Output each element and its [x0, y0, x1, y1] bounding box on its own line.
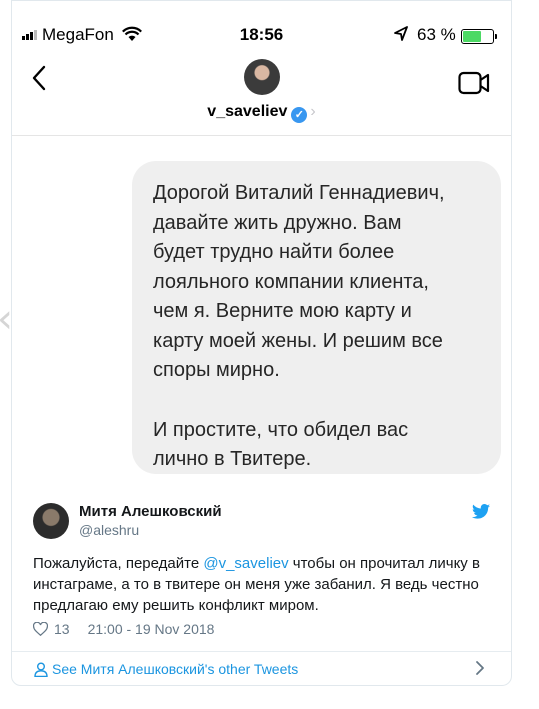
tweet-author-handle[interactable]: @aleshru: [79, 522, 139, 538]
message-line: лично в Твитере.: [153, 448, 312, 470]
tweet-timestamp[interactable]: 21:00 - 19 Nov 2018: [88, 621, 215, 637]
location-arrow-icon: [394, 26, 408, 41]
message-line: И простите, что обидел вас: [153, 418, 409, 441]
see-other-tweets-label: See Митя Алешковский's other Tweets: [52, 661, 299, 677]
twitter-bird-icon[interactable]: [472, 504, 490, 519]
chevron-right-icon[interactable]: [475, 660, 485, 676]
message-line: Дорогой Виталий Геннадиевич,: [153, 182, 445, 204]
username-label: v_saveliev: [207, 103, 288, 120]
instagram-screenshot: MegaFon 18:56 63 % v_saveliev ✓ › Дорого…: [12, 1, 511, 482]
tweet-mention-link[interactable]: @v_saveliev: [203, 555, 288, 572]
see-other-tweets-link[interactable]: See Митя Алешковский's other Tweets: [34, 661, 298, 677]
heart-icon[interactable]: [33, 622, 48, 636]
header-divider: [12, 135, 511, 136]
battery-fill: [463, 31, 481, 42]
message-line: будет трудно найти более: [153, 241, 395, 263]
message-line: лояльного компании клиента,: [153, 270, 429, 293]
like-count[interactable]: 13: [54, 621, 70, 637]
tweet-text: Пожалуйста, передайте @v_saveliev чтобы …: [33, 553, 503, 616]
message-line: чем я. Верните мою карту и: [153, 300, 412, 322]
message-line: давайте жить дружно. Вам: [153, 211, 402, 234]
person-icon: [34, 662, 48, 677]
tweet-meta: 13 21:00 - 19 Nov 2018: [33, 621, 214, 637]
message-bubble: Дорогой Виталий Геннадиевич, давайте жит…: [132, 161, 501, 474]
embedded-tweet-card: MegaFon 18:56 63 % v_saveliev ✓ › Дорого…: [11, 0, 512, 686]
tweet-divider: [12, 651, 511, 652]
tweet-text-part: Пожалуйста, передайте: [33, 555, 204, 572]
avatar[interactable]: [244, 59, 280, 95]
tweet-author-avatar[interactable]: [33, 503, 69, 539]
message-line: карту моей жены. И решим все: [153, 329, 443, 352]
chevron-right-icon: ›: [310, 103, 316, 120]
message-line: споры мирно.: [153, 359, 280, 381]
status-bar: MegaFon 18:56 63 %: [12, 25, 511, 51]
chevron-left-icon[interactable]: [32, 65, 46, 91]
tweet-author-name[interactable]: Митя Алешковский: [79, 503, 222, 520]
checkmark-icon: ✓: [291, 107, 308, 123]
battery-percent: 63 %: [417, 25, 456, 44]
chat-username[interactable]: v_saveliev ✓ ›: [12, 103, 511, 123]
video-camera-icon[interactable]: [458, 71, 490, 95]
battery-icon: [461, 29, 494, 44]
battery-tip: [495, 34, 497, 39]
